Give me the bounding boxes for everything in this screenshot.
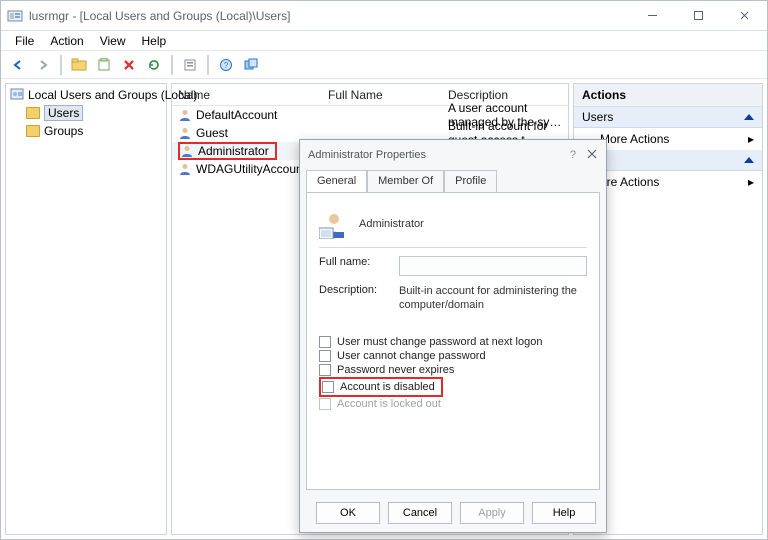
user-icon: [319, 209, 349, 239]
tool-delete[interactable]: [118, 54, 140, 76]
forward-button[interactable]: [32, 54, 54, 76]
highlight-box: Administrator: [178, 142, 277, 160]
checkbox-box: [319, 398, 331, 410]
tool-windows[interactable]: [240, 54, 262, 76]
properties-dialog: Administrator Properties ? General Membe…: [299, 139, 607, 533]
tool-properties[interactable]: [179, 54, 201, 76]
ok-button[interactable]: OK: [316, 502, 380, 524]
dialog-titlebar: Administrator Properties ?: [300, 140, 606, 170]
checkbox-password-never-expires[interactable]: Password never expires: [319, 363, 587, 377]
maximize-button[interactable]: [675, 1, 721, 30]
user-label: Administrator: [359, 218, 424, 230]
menu-help[interactable]: Help: [134, 33, 175, 49]
checkbox-box: [319, 350, 331, 362]
tool-paste[interactable]: [93, 54, 115, 76]
window-title: lusrmgr - [Local Users and Groups (Local…: [29, 9, 290, 23]
help-icon[interactable]: ?: [570, 149, 576, 161]
tool-folder[interactable]: [68, 54, 90, 76]
tool-refresh[interactable]: [143, 54, 165, 76]
menu-action[interactable]: Action: [42, 33, 91, 49]
fullname-row: Full name:: [319, 256, 587, 276]
apply-button[interactable]: Apply: [460, 502, 524, 524]
close-button[interactable]: [721, 1, 767, 30]
dialog-buttons: OK Cancel Apply Help: [300, 496, 606, 532]
folder-icon: [26, 107, 40, 119]
actions-section-users[interactable]: Users: [574, 107, 762, 128]
tree-pane[interactable]: Local Users and Groups (Local) Users Gro…: [5, 83, 167, 535]
app-icon: [7, 8, 23, 24]
window-root: lusrmgr - [Local Users and Groups (Local…: [0, 0, 768, 540]
chevron-right-icon: ▸: [748, 175, 754, 189]
col-fullname[interactable]: Full Name: [328, 88, 448, 102]
fullname-input[interactable]: [399, 256, 587, 276]
minimize-button[interactable]: [629, 1, 675, 30]
checkbox-user-must-change-password-at-next-logon[interactable]: User must change password at next logon: [319, 335, 587, 349]
dialog-close-button[interactable]: [586, 148, 598, 163]
actions-header: Actions: [574, 84, 762, 107]
checkbox-box: [319, 336, 331, 348]
collapse-icon: [744, 157, 754, 163]
user-icon: [178, 126, 192, 140]
menu-view[interactable]: View: [92, 33, 134, 49]
checks-container: User must change password at next logonU…: [319, 335, 587, 411]
user-icon: [180, 144, 194, 158]
col-name[interactable]: Name: [178, 88, 328, 102]
sep: [171, 55, 173, 75]
menubar: File Action View Help: [1, 31, 767, 51]
dialog-tabs: General Member Of Profile: [300, 170, 606, 192]
chevron-right-icon: ▸: [748, 132, 754, 146]
tab-general-body: Administrator Full name: Description: Bu…: [306, 192, 600, 490]
mgmt-icon: [10, 87, 24, 104]
help-button[interactable]: Help: [532, 502, 596, 524]
checkbox-user-cannot-change-password[interactable]: User cannot change password: [319, 349, 587, 363]
checkbox-account-is-locked-out: Account is locked out: [319, 397, 587, 411]
collapse-icon: [744, 114, 754, 120]
user-icon: [178, 162, 192, 176]
user-icon: [178, 108, 192, 122]
dialog-title: Administrator Properties: [308, 149, 426, 161]
tree-root[interactable]: Local Users and Groups (Local): [8, 86, 164, 104]
tab-memberof[interactable]: Member Of: [367, 170, 444, 192]
checkbox-box: [322, 381, 334, 393]
tool-help[interactable]: ?: [215, 54, 237, 76]
cancel-button[interactable]: Cancel: [388, 502, 452, 524]
back-button[interactable]: [7, 54, 29, 76]
toolbar: ?: [1, 51, 767, 79]
description-value: Built-in account for administering the c…: [399, 284, 587, 313]
col-description[interactable]: Description: [448, 88, 568, 102]
svg-text:?: ?: [224, 61, 229, 70]
description-row: Description: Built-in account for admini…: [319, 284, 587, 313]
sep: [60, 55, 62, 75]
tree-users[interactable]: Users: [8, 104, 164, 122]
tab-general[interactable]: General: [306, 170, 367, 192]
menu-file[interactable]: File: [7, 33, 42, 49]
tree-groups[interactable]: Groups: [8, 122, 164, 140]
highlight-box: Account is disabled: [319, 377, 443, 397]
titlebar: lusrmgr - [Local Users and Groups (Local…: [1, 1, 767, 31]
checkbox-box: [319, 364, 331, 376]
tab-profile[interactable]: Profile: [444, 170, 497, 192]
sep: [207, 55, 209, 75]
checkbox-account-is-disabled[interactable]: Account is disabled: [322, 380, 435, 394]
user-row: Administrator: [319, 205, 587, 248]
folder-icon: [26, 125, 40, 137]
